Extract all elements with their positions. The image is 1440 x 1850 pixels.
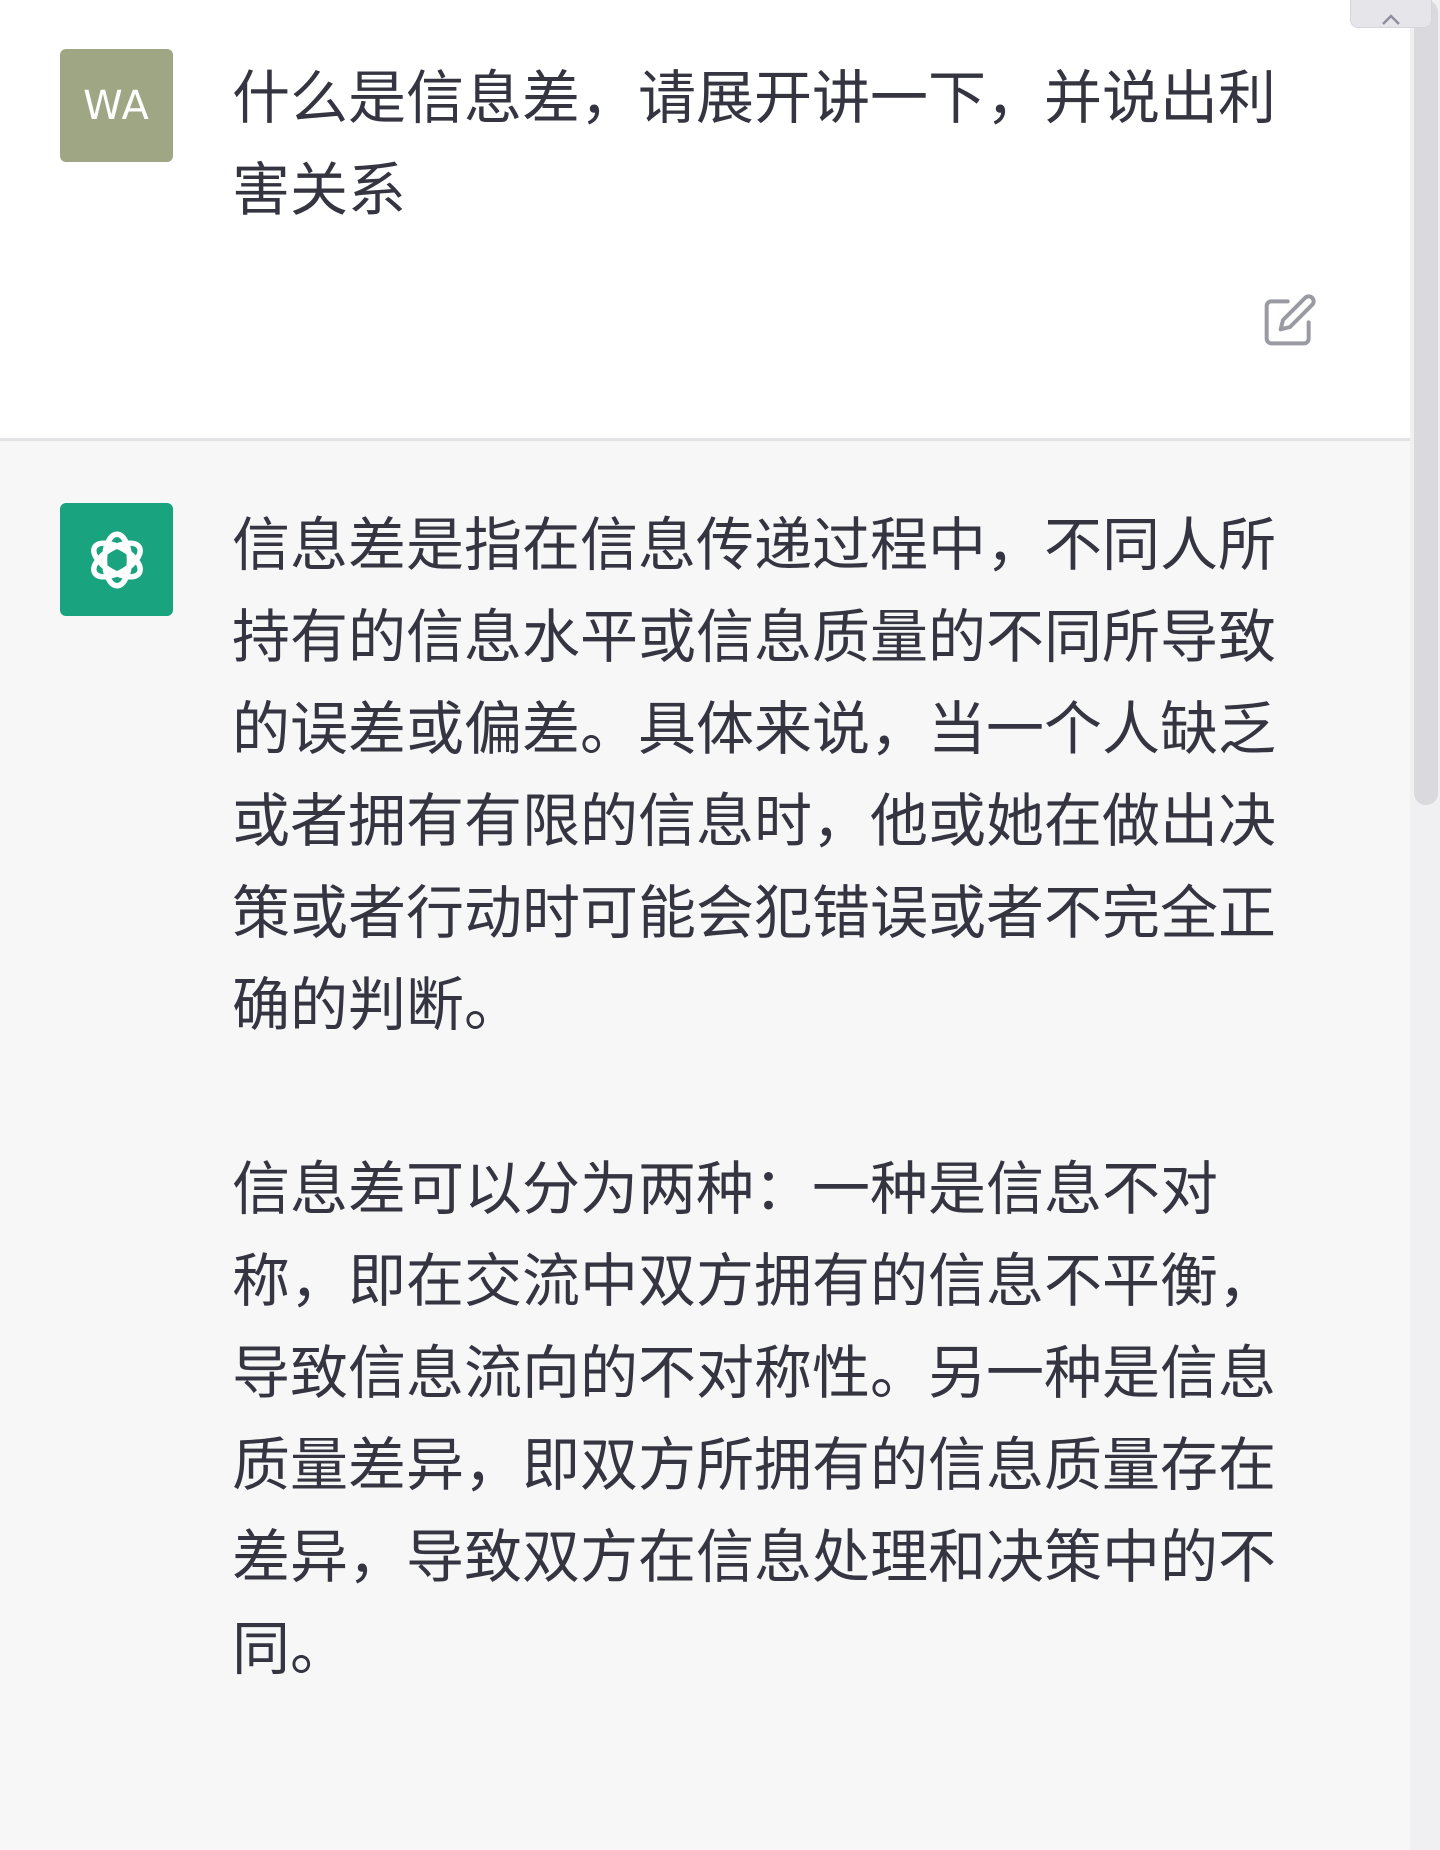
scroll-button[interactable] bbox=[1350, 0, 1432, 28]
user-message-text: 什么是信息差，请展开讲一下，并说出利害关系 bbox=[232, 64, 1277, 224]
user-message-turn: WA 什么是信息差，请展开讲一下，并说出利害关系 bbox=[0, 0, 1410, 441]
openai-logo-icon bbox=[90, 531, 143, 588]
edit-icon bbox=[1264, 294, 1316, 346]
scrollbar-thumb[interactable] bbox=[1414, 0, 1438, 805]
user-avatar-initials: WA bbox=[83, 82, 150, 129]
assistant-paragraph: 信息差是指在信息传递过程中，不同人所持有的信息水平或信息质量的不同所导致的误差或… bbox=[232, 511, 1277, 1039]
edit-message-button[interactable] bbox=[1258, 288, 1322, 352]
assistant-message-turn: 信息差是指在信息传递过程中，不同人所持有的信息水平或信息质量的不同所导致的误差或… bbox=[0, 441, 1410, 1850]
assistant-paragraph: 信息差可以分为两种：一种是信息不对称，即在交流中双方拥有的信息不平衡，导致信息流… bbox=[232, 1155, 1277, 1683]
assistant-message-text: 信息差是指在信息传递过程中，不同人所持有的信息水平或信息质量的不同所导致的误差或… bbox=[232, 499, 1322, 1695]
assistant-avatar bbox=[60, 503, 173, 616]
user-avatar: WA bbox=[60, 49, 173, 162]
chevron-up-icon bbox=[1382, 14, 1400, 25]
